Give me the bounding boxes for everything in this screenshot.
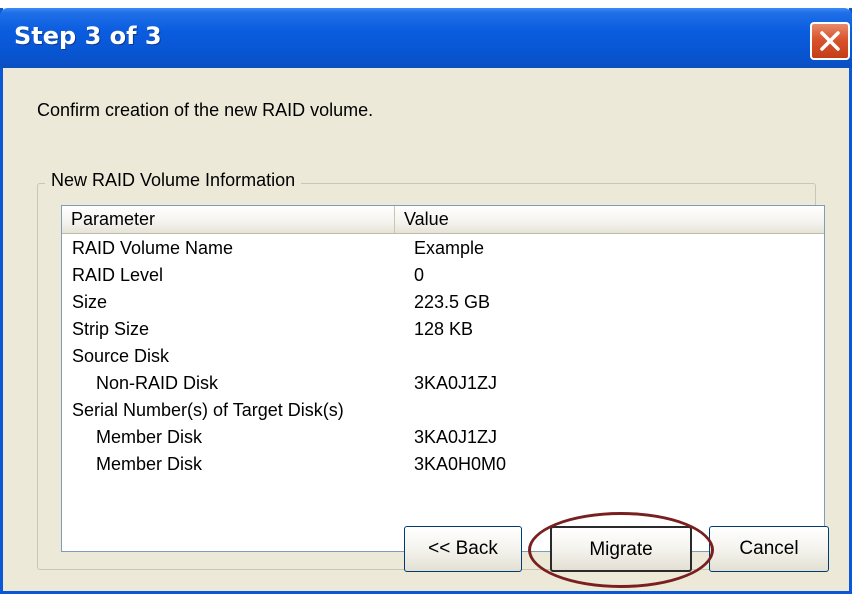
list-row[interactable]: RAID Volume Name Example bbox=[62, 235, 824, 262]
volume-info-list[interactable]: Parameter Value RAID Volume Name Example… bbox=[61, 205, 825, 552]
row-parameter: Size bbox=[72, 292, 108, 312]
window-title: Step 3 of 3 bbox=[14, 22, 162, 50]
row-parameter: Member Disk bbox=[96, 454, 203, 474]
row-value: 3KA0J1ZJ bbox=[414, 373, 498, 393]
migrate-button[interactable]: Migrate bbox=[550, 526, 692, 572]
instruction-text: Confirm creation of the new RAID volume. bbox=[37, 100, 374, 120]
row-parameter: RAID Level bbox=[72, 265, 164, 285]
dialog-content: Confirm creation of the new RAID volume.… bbox=[3, 68, 849, 591]
list-row[interactable]: Source Disk bbox=[62, 343, 824, 370]
column-header-parameter[interactable]: Parameter bbox=[62, 206, 395, 233]
row-parameter: Non-RAID Disk bbox=[96, 373, 219, 393]
cancel-button[interactable]: Cancel bbox=[709, 526, 829, 572]
list-row[interactable]: Non-RAID Disk 3KA0J1ZJ bbox=[62, 370, 824, 397]
dialog-window: Step 3 of 3 Confirm creation of the new … bbox=[0, 8, 852, 594]
groupbox-legend: New RAID Volume Information bbox=[45, 170, 302, 191]
close-icon bbox=[820, 31, 840, 51]
row-parameter: Strip Size bbox=[72, 319, 150, 339]
row-value: Example bbox=[414, 238, 485, 258]
list-row[interactable]: Size 223.5 GB bbox=[62, 289, 824, 316]
list-row[interactable]: Strip Size 128 KB bbox=[62, 316, 824, 343]
column-header-value[interactable]: Value bbox=[395, 206, 824, 233]
row-value: 128 KB bbox=[414, 319, 474, 339]
list-row[interactable]: Member Disk 3KA0H0M0 bbox=[62, 451, 824, 478]
row-parameter: Serial Number(s) of Target Disk(s) bbox=[72, 400, 344, 420]
title-bar[interactable]: Step 3 of 3 bbox=[0, 8, 852, 68]
close-button[interactable] bbox=[810, 22, 850, 60]
row-parameter: RAID Volume Name bbox=[72, 238, 234, 258]
list-row[interactable]: RAID Level 0 bbox=[62, 262, 824, 289]
row-value: 0 bbox=[414, 265, 425, 285]
row-parameter: Member Disk bbox=[96, 427, 203, 447]
row-parameter: Source Disk bbox=[72, 346, 170, 366]
list-row[interactable]: Serial Number(s) of Target Disk(s) bbox=[62, 397, 824, 424]
row-value: 223.5 GB bbox=[414, 292, 491, 312]
back-button[interactable]: << Back bbox=[404, 526, 522, 572]
list-header: Parameter Value bbox=[62, 206, 824, 234]
list-row[interactable]: Member Disk 3KA0J1ZJ bbox=[62, 424, 824, 451]
row-value: 3KA0H0M0 bbox=[414, 454, 507, 474]
row-value: 3KA0J1ZJ bbox=[414, 427, 498, 447]
